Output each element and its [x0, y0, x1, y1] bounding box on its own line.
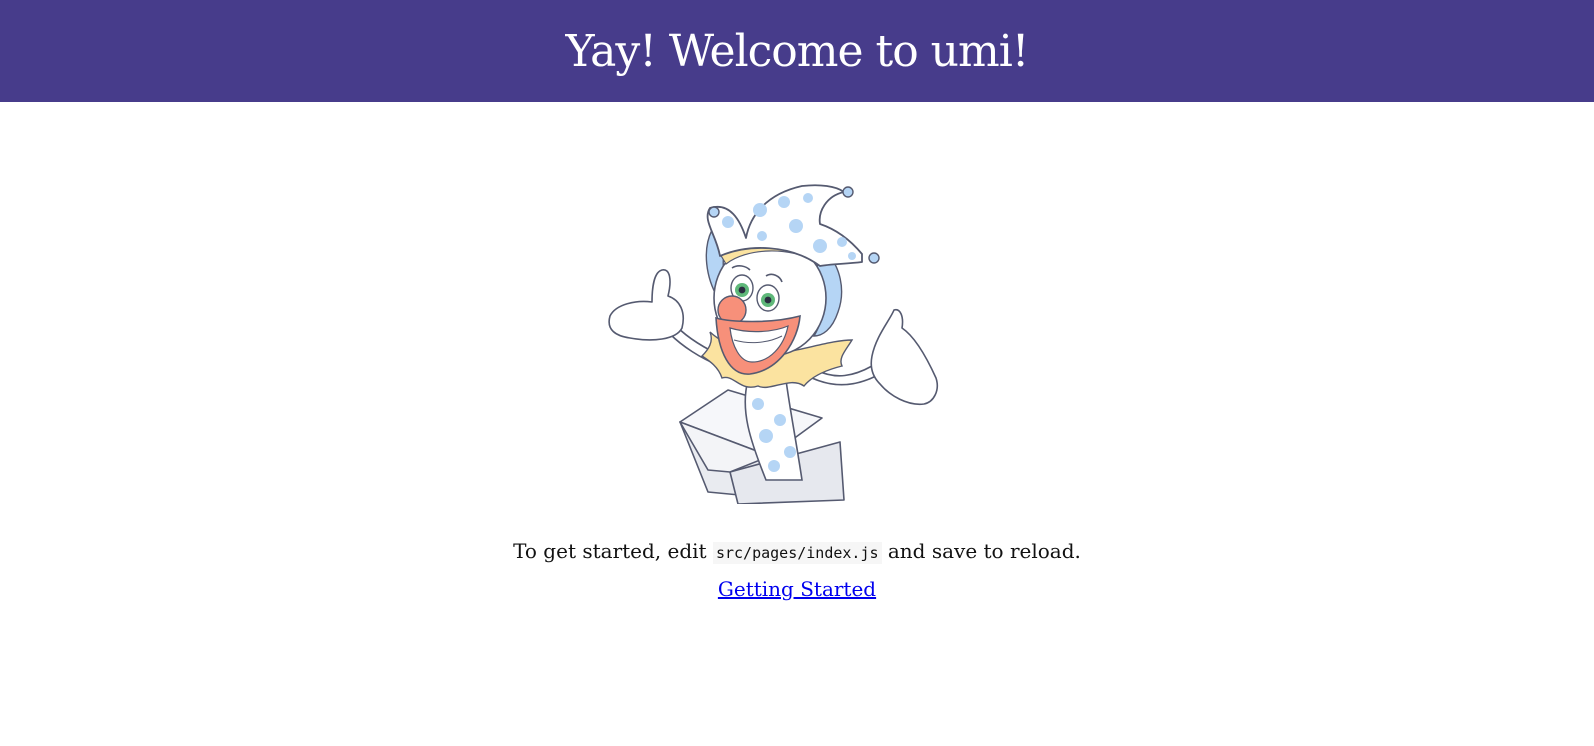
intro-suffix: and save to reload.: [881, 539, 1081, 563]
getting-started-instructions: To get started, edit src/pages/index.js …: [0, 536, 1594, 568]
page-header: Yay! Welcome to umi!: [0, 0, 1594, 102]
page-title: Yay! Welcome to umi!: [565, 25, 1030, 77]
intro-prefix: To get started, edit: [513, 539, 713, 563]
link-row: Getting Started: [0, 574, 1594, 604]
getting-started-link[interactable]: Getting Started: [718, 577, 876, 601]
file-path-code: src/pages/index.js: [712, 542, 882, 564]
jester-clown-icon: [608, 184, 939, 504]
